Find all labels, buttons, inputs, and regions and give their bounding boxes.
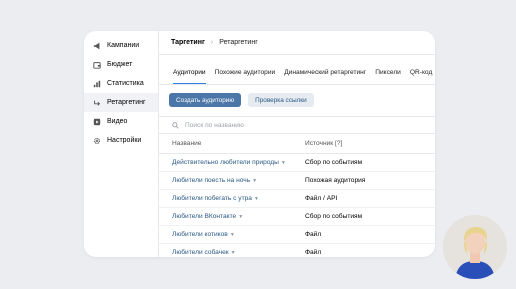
sidebar-item-label: Видео: [107, 118, 128, 125]
tab-dynamic-retargeting[interactable]: Динамический ретаргетинг: [284, 69, 366, 84]
audience-name[interactable]: Любители побегать с утра: [172, 195, 252, 202]
sidebar-item-stats[interactable]: Статистика: [84, 74, 158, 93]
chevron-down-icon[interactable]: ▼: [231, 250, 236, 256]
tab-audiences[interactable]: Аудитории: [173, 69, 206, 84]
audience-name-link[interactable]: Любители побегать с утра ▼: [159, 195, 305, 202]
tab-qr-code[interactable]: QR-код: [410, 69, 432, 84]
audience-name[interactable]: Действительно любители природы: [172, 159, 279, 166]
sidebar-item-settings[interactable]: Настройки: [84, 131, 158, 150]
audience-source: Файл / API: [305, 195, 338, 202]
sidebar-item-label: Статистика: [107, 80, 144, 87]
table-row[interactable]: Действительно любители природы ▼ Сбор по …: [159, 154, 435, 172]
audience-source: Сбор по событиям: [305, 213, 363, 220]
audience-name[interactable]: Любители собачек: [172, 249, 229, 256]
create-audience-button[interactable]: Создать аудиторию: [169, 93, 242, 107]
chevron-down-icon[interactable]: ▼: [230, 232, 235, 238]
breadcrumb-current: Ретаргетинг: [219, 39, 258, 46]
wallet-icon: [93, 61, 101, 69]
content-area: Таргетинг › Ретаргетинг Аудитории Похожи…: [159, 31, 435, 257]
sidebar-item-retargeting[interactable]: Ретаргетинг: [84, 93, 158, 112]
column-header-source[interactable]: Источник [?]: [305, 140, 435, 147]
audience-source: Сбор по событиям: [305, 159, 363, 166]
sidebar-item-label: Бюджет: [107, 61, 133, 68]
audience-name-link[interactable]: Любители ВКонтакте ▼: [159, 213, 305, 220]
sidebar-item-label: Кампании: [107, 42, 140, 49]
table-row[interactable]: Любители побегать с утра ▼ Файл / API: [159, 190, 435, 208]
chevron-down-icon[interactable]: ▼: [281, 160, 286, 166]
chevron-down-icon[interactable]: ▼: [238, 214, 243, 220]
sidebar: Кампании Бюджет Статистика Ретаргетинг В…: [84, 31, 159, 257]
breadcrumb: Таргетинг › Ретаргетинг: [159, 31, 435, 55]
audience-name[interactable]: Любители ВКонтакте: [172, 213, 236, 220]
action-bar: Создать аудиторию Проверка ссылки: [159, 85, 435, 116]
audience-name-link[interactable]: Действительно любители природы ▼: [159, 159, 305, 166]
gear-icon: [93, 137, 101, 145]
audience-source: Файл: [305, 249, 322, 256]
sidebar-item-campaigns[interactable]: Кампании: [84, 36, 158, 55]
table-row[interactable]: Любители собачек ▼ Файл: [159, 244, 435, 257]
sidebar-item-budget[interactable]: Бюджет: [84, 55, 158, 74]
sidebar-item-label: Настройки: [107, 137, 142, 144]
chevron-down-icon[interactable]: ▼: [252, 178, 257, 184]
presenter-video-avatar: [443, 215, 507, 279]
table-row[interactable]: Любители поесть на ночь ▼ Похожая аудитор…: [159, 172, 435, 190]
audience-name-link[interactable]: Любители поесть на ночь ▼: [159, 177, 305, 184]
retarget-icon: [93, 99, 101, 107]
check-link-button[interactable]: Проверка ссылки: [248, 93, 314, 107]
stats-icon: [93, 80, 101, 88]
megaphone-icon: [93, 42, 101, 50]
sidebar-item-label: Ретаргетинг: [107, 99, 146, 106]
audience-name-link[interactable]: Любители котиков ▼: [159, 231, 305, 238]
table-row[interactable]: Любители ВКонтакте ▼ Сбор по событиям: [159, 208, 435, 226]
audience-source: Файл: [305, 231, 322, 238]
main-panel: Кампании Бюджет Статистика Ретаргетинг В…: [84, 31, 435, 257]
search-icon: [172, 121, 179, 129]
audience-source: Похожая аудитория: [305, 177, 366, 184]
search-input[interactable]: Поиск по названию: [159, 116, 435, 134]
sidebar-item-video[interactable]: Видео: [84, 112, 158, 131]
audience-name-link[interactable]: Любители собачек ▼: [159, 249, 305, 256]
chevron-down-icon[interactable]: ▼: [254, 196, 259, 202]
audience-name[interactable]: Любители поесть на ночь: [172, 177, 250, 184]
column-header-name[interactable]: Название: [159, 140, 305, 147]
video-icon: [93, 118, 101, 126]
tab-lookalike[interactable]: Похожие аудитории: [215, 69, 276, 84]
tab-bar: Аудитории Похожие аудитории Динамический…: [159, 55, 435, 85]
audience-name[interactable]: Любители котиков: [172, 231, 228, 238]
person-icon: [443, 215, 507, 279]
table-row[interactable]: Любители котиков ▼ Файл: [159, 226, 435, 244]
breadcrumb-separator: ›: [210, 39, 214, 46]
tab-pixels[interactable]: Пиксели: [375, 69, 401, 84]
breadcrumb-root[interactable]: Таргетинг: [171, 39, 205, 46]
search-placeholder: Поиск по названию: [185, 121, 244, 129]
table-header: Название Источник [?]: [159, 134, 435, 154]
